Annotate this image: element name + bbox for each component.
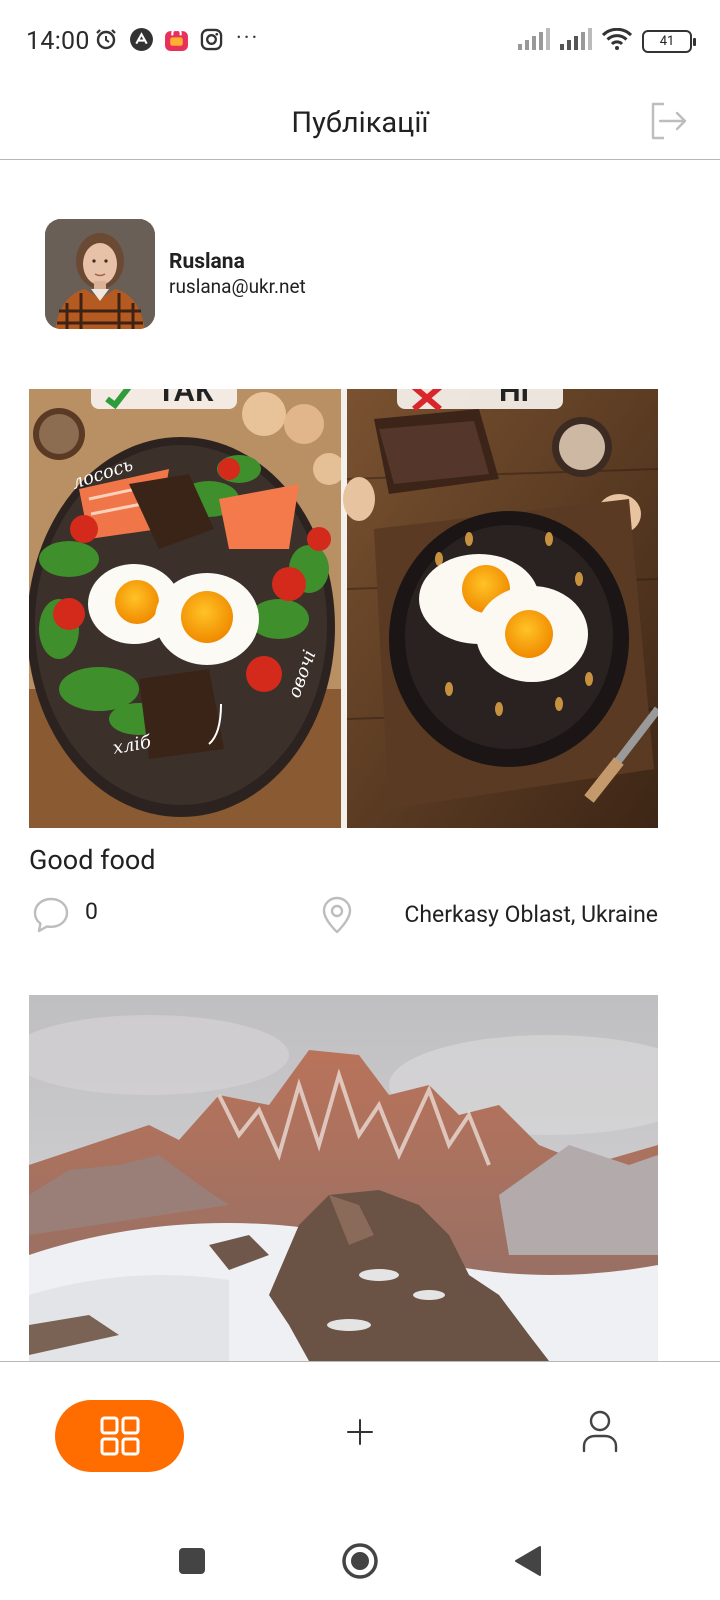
app-icon: [128, 26, 154, 52]
location-button[interactable]: [319, 895, 355, 935]
recent-apps-button[interactable]: [172, 1541, 212, 1581]
post-location[interactable]: Cherkasy Oblast, Ukraine: [404, 901, 658, 928]
square-icon: [179, 1548, 205, 1574]
home-button[interactable]: [340, 1541, 380, 1581]
logout-button[interactable]: [646, 100, 688, 142]
status-bar: 14:00 ··· 41: [0, 0, 720, 86]
grid-icon: [100, 1416, 139, 1456]
comment-icon: [33, 897, 69, 933]
battery-icon: 41: [642, 29, 696, 53]
back-button[interactable]: [508, 1541, 548, 1581]
post-meta: 0 Cherkasy Oblast, Ukraine: [29, 893, 658, 937]
no-label: НІ: [499, 389, 529, 408]
back-triangle-icon: [515, 1546, 541, 1576]
home-circle-icon: [342, 1543, 378, 1579]
yes-label: ТАК: [157, 389, 214, 408]
bottom-tab-bar: [0, 1361, 720, 1511]
post-title: Good food: [29, 844, 156, 876]
user-profile-card: Ruslana ruslana@ukr.net: [45, 219, 306, 329]
alarm-icon: [93, 26, 119, 52]
profile-name: Ruslana: [169, 250, 245, 274]
status-time: 14:00: [26, 27, 90, 56]
avatar: [45, 219, 155, 329]
signal-icon: [518, 28, 550, 54]
battery-level: 41: [659, 33, 675, 49]
status-notification-icons: [93, 26, 224, 52]
signal-icon: [560, 28, 592, 54]
tab-create-post[interactable]: [340, 1412, 380, 1452]
logout-icon: [651, 102, 687, 140]
shopping-bag-icon: [163, 26, 189, 52]
header: Публікації: [0, 86, 720, 160]
comments-count: 0: [85, 898, 98, 925]
more-notifications-icon: ···: [236, 26, 260, 51]
plus-icon: [347, 1419, 373, 1445]
post-image[interactable]: [29, 995, 658, 1361]
tab-profile[interactable]: [579, 1408, 621, 1454]
map-pin-icon: [322, 896, 352, 934]
user-icon: [582, 1410, 618, 1453]
status-system-icons: 41: [518, 27, 696, 54]
system-navigation-bar: [0, 1511, 720, 1600]
post-image[interactable]: ТАК лосось хліб овочі НІ: [29, 389, 658, 828]
comments-button[interactable]: [31, 895, 71, 935]
page-title: Публікації: [291, 106, 429, 140]
profile-email: ruslana@ukr.net: [169, 275, 306, 298]
tab-posts[interactable]: [55, 1400, 184, 1472]
instagram-icon: [198, 26, 224, 52]
wifi-icon: [601, 27, 633, 54]
